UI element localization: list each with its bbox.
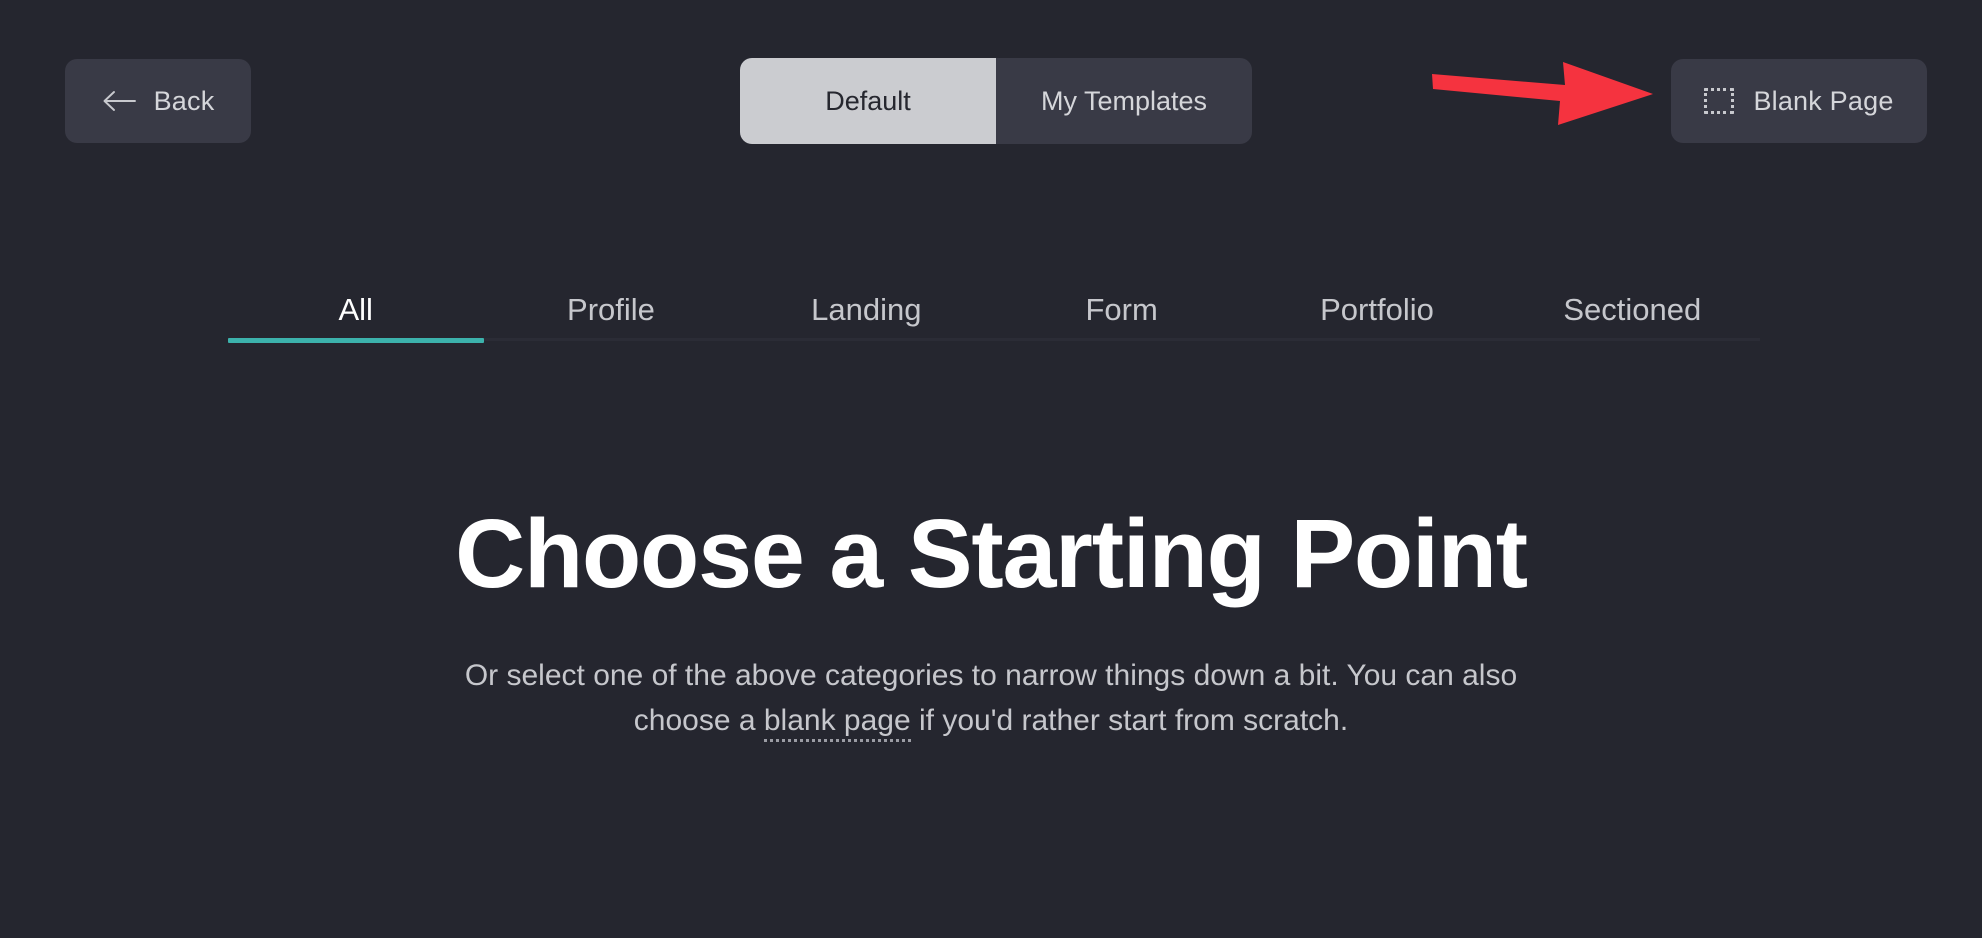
tab-all[interactable]: All bbox=[228, 292, 483, 338]
tabs-divider bbox=[228, 338, 1760, 343]
tab-form[interactable]: Form bbox=[994, 292, 1249, 338]
back-button-label: Back bbox=[153, 85, 215, 116]
view-toggle[interactable]: Default My Templates bbox=[740, 58, 1252, 144]
arrow-left-icon bbox=[103, 91, 136, 111]
back-button[interactable]: Back bbox=[65, 59, 251, 143]
main-content: Choose a Starting Point Or select one of… bbox=[0, 499, 1982, 744]
blank-page-button-label: Blank Page bbox=[1753, 85, 1894, 116]
view-toggle-option-default-label: Default bbox=[825, 85, 911, 116]
pointer-arrow-annotation-icon bbox=[1432, 62, 1653, 125]
tab-profile-label: Profile bbox=[567, 292, 655, 327]
page-title: Choose a Starting Point bbox=[455, 499, 1528, 608]
tab-profile[interactable]: Profile bbox=[483, 292, 738, 338]
blank-page-link[interactable]: blank page bbox=[763, 704, 911, 743]
page-description-part-2: if you'd rather start from scratch. bbox=[910, 704, 1349, 738]
top-toolbar: Back Default My Templates Blank Page bbox=[0, 0, 1982, 178]
tab-all-label: All bbox=[338, 292, 373, 327]
dashed-square-icon bbox=[1704, 88, 1735, 114]
view-toggle-option-default[interactable]: Default bbox=[740, 58, 996, 144]
tab-portfolio-label: Portfolio bbox=[1320, 292, 1434, 327]
view-toggle-option-my-templates-label: My Templates bbox=[1040, 85, 1208, 116]
view-toggle-option-my-templates[interactable]: My Templates bbox=[996, 58, 1252, 144]
tabs-active-indicator bbox=[228, 338, 484, 343]
tab-landing-label: Landing bbox=[811, 292, 922, 327]
tab-sectioned-label: Sectioned bbox=[1563, 292, 1702, 327]
page-description: Or select one of the above categories to… bbox=[431, 653, 1551, 744]
tab-form-label: Form bbox=[1085, 292, 1158, 327]
tab-sectioned[interactable]: Sectioned bbox=[1505, 292, 1760, 338]
tab-landing[interactable]: Landing bbox=[739, 292, 994, 338]
category-tabs: All Profile Landing Form Portfolio Secti… bbox=[228, 262, 1760, 343]
blank-page-button[interactable]: Blank Page bbox=[1671, 59, 1927, 143]
tab-portfolio[interactable]: Portfolio bbox=[1249, 292, 1504, 338]
